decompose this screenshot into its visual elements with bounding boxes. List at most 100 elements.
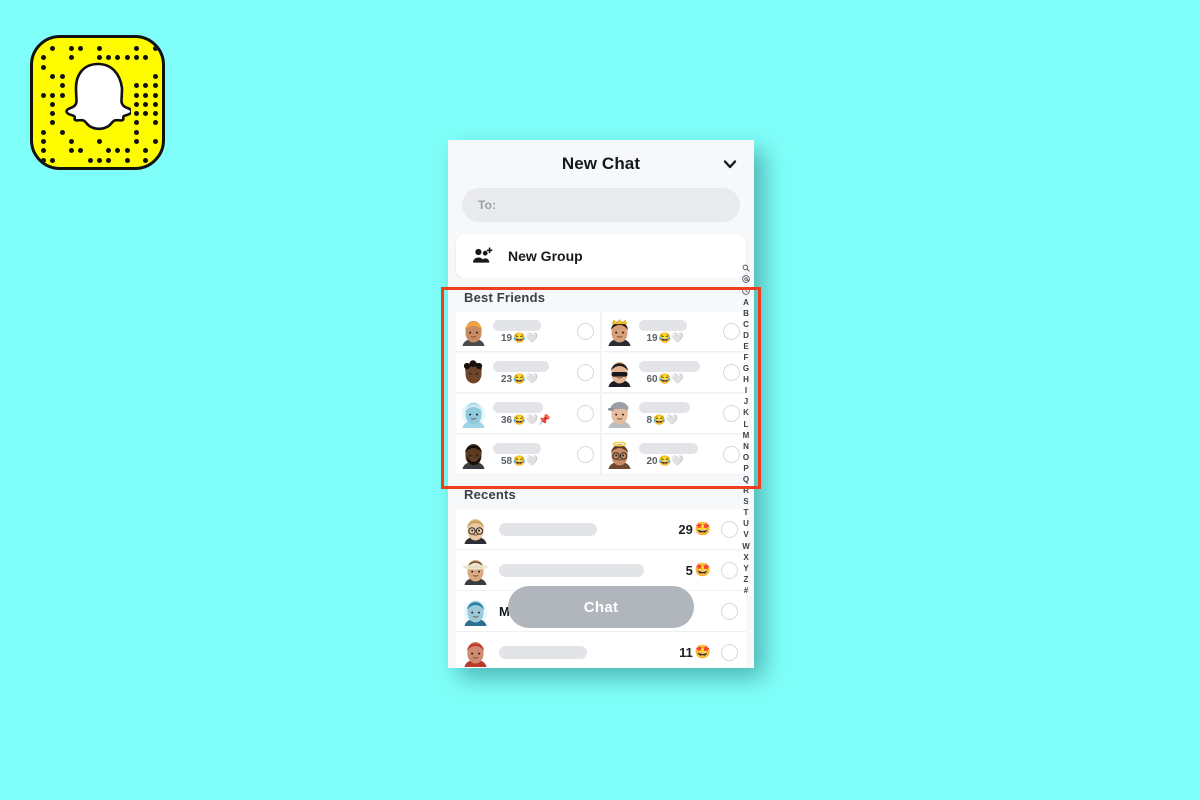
clock-icon[interactable] (738, 285, 754, 297)
to-input[interactable]: To: (462, 188, 740, 222)
recents-section: Recents 29 🤩 5 🤩 M 11 🤩 (448, 475, 754, 668)
alpha-index-letter[interactable]: # (738, 585, 754, 596)
best-friend-row[interactable]: 36 😂🤍📌 (456, 394, 601, 434)
best-friend-row[interactable]: 60 😂🤍 (601, 353, 746, 393)
friend-name-redacted (638, 360, 700, 372)
alpha-index-letter[interactable]: P (738, 463, 754, 474)
best-friend-row[interactable]: 23 😂🤍 (456, 353, 601, 393)
best-friend-info: 8 😂🤍 (638, 401, 718, 426)
best-friend-row[interactable]: 19 😂🤍 (456, 312, 601, 352)
bitmoji-sunglasses-avatar (606, 358, 633, 387)
chevron-down-icon[interactable] (722, 156, 738, 172)
streak-info: 23 😂🤍 (493, 374, 571, 385)
alpha-index-letter[interactable]: D (738, 330, 754, 341)
streak-info: 60 😂🤍 (639, 374, 718, 385)
streak-emoji: 😂🤍 (513, 373, 539, 385)
recent-name-redacted (499, 522, 598, 536)
bitmoji-orange-hair-avatar (460, 317, 487, 346)
friend-name-redacted (493, 401, 543, 413)
alpha-index-letter[interactable]: N (738, 441, 754, 452)
snapchat-new-chat-panel: New Chat To: New Group Best Friends 19 😂🤍… (448, 140, 754, 668)
panel-header: New Chat (448, 140, 754, 188)
select-recent-checkbox[interactable] (721, 643, 738, 661)
select-friend-checkbox[interactable] (576, 405, 594, 422)
bitmoji-halo-glasses-avatar (606, 440, 633, 469)
alpha-index-letter[interactable]: G (738, 363, 754, 374)
alpha-index-letter[interactable]: R (738, 485, 754, 496)
alpha-index-letter[interactable]: H (738, 374, 754, 385)
search-icon[interactable] (738, 262, 754, 274)
best-friend-row[interactable]: 8 😂🤍 (601, 394, 746, 434)
streak-info: 8 😂🤍 (639, 415, 718, 426)
streak-count: 8 (646, 414, 653, 426)
streak-count: 29 (678, 521, 693, 537)
recent-row[interactable]: 11 🤩 (456, 632, 746, 668)
streak-info: 19 😂🤍 (493, 333, 571, 344)
to-label: To: (478, 198, 497, 212)
select-friend-checkbox[interactable] (576, 364, 594, 381)
streak-emoji: 🤩 (694, 521, 711, 536)
alpha-index-letter[interactable]: A (738, 297, 754, 308)
recent-name-redacted (499, 563, 644, 577)
at-icon[interactable] (738, 274, 754, 286)
alpha-index-letter[interactable]: E (738, 341, 754, 352)
recent-name (499, 522, 668, 536)
alpha-index-letter[interactable]: Y (738, 563, 754, 574)
best-friend-info: 36 😂🤍📌 (493, 401, 571, 426)
alpha-index-letter[interactable]: C (738, 319, 754, 330)
new-group-label: New Group (508, 248, 583, 264)
alpha-index-letter[interactable]: O (738, 452, 754, 463)
alpha-index-letter[interactable]: W (738, 541, 754, 552)
select-recent-checkbox[interactable] (721, 602, 738, 620)
alpha-index-letter[interactable]: J (738, 396, 754, 407)
streak-emoji: 😂🤍 (513, 332, 539, 344)
streak-count: 19 (646, 332, 658, 344)
alpha-index-letter[interactable]: I (738, 385, 754, 396)
best-friend-info: 19 😂🤍 (638, 319, 718, 344)
select-friend-checkbox[interactable] (576, 323, 594, 340)
alpha-index-letter[interactable]: F (738, 352, 754, 363)
alpha-index-letter[interactable]: V (738, 529, 754, 540)
recent-row[interactable]: 29 🤩 (456, 509, 746, 550)
friend-name-redacted (638, 401, 691, 413)
alpha-index-letter[interactable]: M (738, 430, 754, 441)
streak-info: 19 😂🤍 (639, 333, 718, 344)
streak-count: 58 (501, 455, 513, 467)
snapchat-snapcode-logo (30, 35, 165, 170)
friend-name-redacted (493, 360, 549, 372)
alpha-index-letter[interactable]: T (738, 507, 754, 518)
chat-button[interactable]: Chat (508, 586, 694, 628)
bitmoji-red-hair-avatar (462, 638, 489, 667)
select-recent-checkbox[interactable] (721, 561, 738, 579)
alpha-index-letter[interactable]: B (738, 308, 754, 319)
streak-count: 23 (501, 373, 513, 385)
alphabet-index-rail[interactable]: A B C D E F G H I J K L M N O P Q R S T U V W X Y Z # (738, 262, 754, 596)
select-recent-checkbox[interactable] (721, 520, 738, 538)
bitmoji-blue-face-avatar (460, 399, 487, 428)
alpha-index-letter[interactable]: K (738, 407, 754, 418)
streak-count: 60 (646, 373, 658, 385)
best-friend-row[interactable]: 19 😂🤍 (601, 312, 746, 352)
streak-emoji: 😂🤍 (658, 455, 684, 467)
bitmoji-backwards-cap-avatar (606, 399, 633, 428)
best-friend-info: 19 😂🤍 (493, 319, 571, 344)
streak-count: 11 (679, 644, 693, 660)
page-title: New Chat (561, 154, 641, 173)
best-friend-row[interactable]: 58 😂🤍 (456, 435, 601, 475)
alpha-index-letter[interactable]: X (738, 552, 754, 563)
new-group-button[interactable]: New Group (456, 234, 746, 278)
streak-info: 58 😂🤍 (493, 456, 571, 467)
streak-emoji: 🤩 (694, 562, 711, 577)
best-friend-row[interactable]: 20 😂🤍 (601, 435, 746, 475)
alpha-index-letter[interactable]: Z (738, 574, 754, 585)
alpha-index-letter[interactable]: S (738, 496, 754, 507)
streak-emoji: 😂🤍 (658, 332, 684, 344)
select-friend-checkbox[interactable] (576, 446, 594, 463)
alpha-index-letter[interactable]: U (738, 518, 754, 529)
friend-name-redacted (638, 319, 688, 331)
alpha-index-letter[interactable]: L (738, 419, 754, 430)
alpha-index-letter[interactable]: Q (738, 474, 754, 485)
friend-name-redacted (638, 442, 699, 454)
friend-name-redacted (493, 319, 542, 331)
recent-row[interactable]: 5 🤩 (456, 550, 746, 591)
